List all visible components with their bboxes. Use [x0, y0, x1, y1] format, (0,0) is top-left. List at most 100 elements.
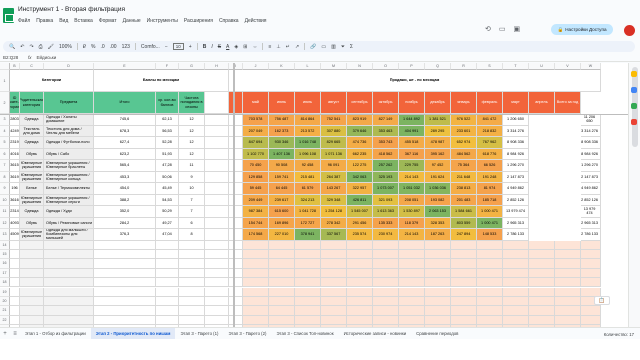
row-number[interactable]: 1 — [0, 70, 10, 92]
score-total[interactable]: 454,0 — [94, 183, 156, 195]
category-id[interactable]: 2803 — [10, 114, 20, 126]
redo-icon[interactable]: ↷ — [29, 44, 33, 50]
column-header[interactable]: Q — [425, 63, 451, 70]
score-avg[interactable]: 45,49 — [156, 183, 179, 195]
empty-cell[interactable] — [581, 315, 601, 326]
parent-category[interactable]: Ювелирные украшения — [20, 171, 44, 183]
empty-cell[interactable] — [477, 240, 503, 250]
row-number[interactable]: 4 — [0, 125, 10, 137]
empty-cell[interactable] — [321, 249, 347, 260]
menu-item[interactable]: Формат — [99, 18, 117, 24]
year-total[interactable]: 11 206 650 — [581, 114, 601, 126]
empty-cell[interactable] — [269, 278, 295, 288]
empty-cell[interactable] — [295, 278, 321, 288]
month-header[interactable]: июль — [295, 92, 321, 114]
subject-name[interactable]: Ювелирные украшения / Ювелирные серьги — [44, 194, 94, 206]
contacts-icon[interactable] — [631, 103, 637, 109]
sales-value[interactable]: 756 487 — [269, 114, 295, 126]
sales-value[interactable]: 353 743 — [373, 137, 399, 149]
valign-icon[interactable]: ⊥ — [276, 44, 280, 50]
video-call-icon[interactable]: ▣ — [514, 25, 521, 33]
empty-cell[interactable] — [243, 259, 269, 269]
empty-cell[interactable] — [295, 268, 321, 279]
parent-category[interactable]: Одежда — [20, 206, 44, 218]
sales-value[interactable]: 218 832 — [477, 125, 503, 137]
category-id[interactable]: 4093 — [10, 217, 20, 229]
spacer-cell[interactable] — [205, 125, 229, 137]
row-number[interactable]: 20 — [0, 296, 10, 307]
sales-value[interactable]: 378 941 — [295, 229, 321, 241]
sales-value[interactable]: 1 584 661 — [451, 206, 477, 218]
empty-cell[interactable] — [373, 240, 399, 250]
rotate-icon[interactable]: ↗ — [295, 44, 299, 50]
empty-cell[interactable] — [179, 287, 205, 297]
menu-item[interactable]: Справка — [219, 18, 239, 24]
empty-cell[interactable] — [555, 278, 581, 288]
search-menu-icon[interactable]: 🔍 — [9, 44, 15, 50]
spacer-cell[interactable] — [205, 217, 229, 229]
empty-cell[interactable] — [503, 240, 529, 250]
sales-value[interactable]: 214 143 — [399, 229, 425, 241]
empty-cell[interactable] — [321, 287, 347, 297]
score-avg[interactable]: 49,27 — [156, 217, 179, 229]
month-header[interactable]: март — [503, 92, 529, 114]
season-frequency[interactable]: 7 — [179, 194, 205, 206]
sales-value[interactable]: 321 093 — [373, 194, 399, 206]
column-header[interactable]: M — [321, 63, 347, 70]
month-header[interactable]: октябрь — [373, 92, 399, 114]
column-title[interactable]: ID кате-гории — [10, 92, 20, 114]
empty-cell[interactable] — [20, 278, 44, 288]
sales-value[interactable]: 703 578 — [243, 114, 269, 126]
sales-value[interactable]: 1 036 036 — [425, 183, 451, 195]
subject-name[interactable]: Белье / Термокомплекты — [44, 183, 94, 195]
sales-value[interactable]: 829 665 — [321, 137, 347, 149]
empty-cell[interactable] — [581, 249, 601, 260]
empty-cell[interactable] — [503, 249, 529, 260]
category-id[interactable]: 2319 — [10, 137, 20, 149]
category-id[interactable]: 4249 — [10, 125, 20, 137]
score-avg[interactable]: 47,04 — [156, 229, 179, 241]
season-frequency[interactable]: 12 — [179, 125, 205, 137]
score-total[interactable]: 388,2 — [94, 194, 156, 206]
year-total[interactable]: 4 949 862 — [581, 183, 601, 195]
empty-cell[interactable] — [581, 306, 601, 316]
spacer-cell[interactable] — [205, 194, 229, 206]
empty-cell[interactable] — [477, 306, 503, 316]
year-total[interactable]: 1 296 270 — [581, 160, 601, 172]
spacer-cell[interactable] — [205, 229, 229, 241]
empty-cell[interactable] — [425, 296, 451, 307]
sales-value[interactable]: 148 533 — [477, 229, 503, 241]
row-number[interactable]: 21 — [0, 306, 10, 316]
column-header[interactable]: T — [503, 63, 529, 70]
empty-cell[interactable] — [399, 315, 425, 326]
sales-value[interactable]: 1 016 748 — [295, 137, 321, 149]
parent-category[interactable]: Обувь — [20, 217, 44, 229]
empty-cell[interactable] — [373, 268, 399, 279]
sales-value[interactable]: 201 483 — [451, 194, 477, 206]
spacer-cell[interactable] — [229, 148, 243, 160]
column-header[interactable]: B — [10, 63, 20, 70]
empty-cell[interactable] — [20, 240, 44, 250]
filter-icon[interactable]: ⏷ — [341, 44, 345, 50]
sales-value[interactable]: 987 384 — [243, 206, 269, 218]
subject-name[interactable]: Ювелирные украшения / Ювелирные браслеты — [44, 160, 94, 172]
row-number[interactable] — [0, 63, 10, 70]
empty-cell[interactable] — [20, 249, 44, 260]
spacer-cell[interactable] — [205, 160, 229, 172]
add-sheet-icon[interactable]: + — [0, 331, 10, 337]
subject-name[interactable]: Ювелирные украшения / Ювелирные кольца — [44, 171, 94, 183]
font-select[interactable]: Comfo... — [141, 44, 160, 50]
empty-cell[interactable] — [205, 278, 229, 288]
empty-cell[interactable] — [503, 287, 529, 297]
empty-cell[interactable] — [243, 249, 269, 260]
empty-cell[interactable] — [347, 287, 373, 297]
row-number[interactable]: 17 — [0, 268, 10, 279]
sheet-tab[interactable]: Этап 2 - Приоритетность по нишам — [90, 327, 176, 340]
empty-cell[interactable] — [179, 315, 205, 326]
empty-cell[interactable] — [529, 259, 555, 269]
sales-value[interactable]: 174 568 — [243, 229, 269, 241]
empty-cell[interactable] — [243, 296, 269, 307]
sales-value[interactable]: 239 617 — [269, 194, 295, 206]
font-size-decrease[interactable]: − — [165, 44, 168, 50]
month-header[interactable]: сентябрь — [347, 92, 373, 114]
